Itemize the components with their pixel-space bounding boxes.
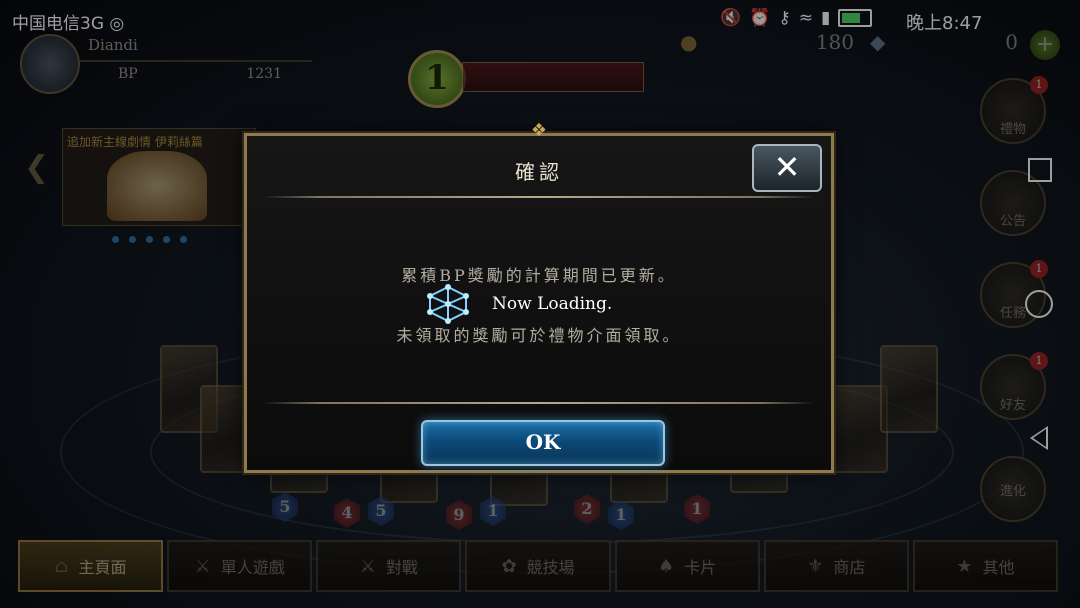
ok-button[interactable]: OK xyxy=(421,420,665,466)
dialog-message-line1: 累積BP獎勵的計算期間已更新。 xyxy=(401,266,677,285)
close-button[interactable]: ✕ xyxy=(752,144,822,192)
loading-icon xyxy=(427,284,469,324)
divider xyxy=(263,196,815,198)
dialog-message-line2: 未領取的獎勵可於禮物介面領取。 xyxy=(396,326,682,345)
dialog-title: 確認 xyxy=(515,160,563,184)
loading-text: Now Loading. xyxy=(492,294,613,314)
ornament-icon: ❖ xyxy=(530,120,548,141)
confirm-dialog: ❖ 確認 ✕ 累積BP獎勵的計算期間已更新。 Now Loading. 未領取的… xyxy=(244,120,834,473)
loading-indicator: Now Loading. xyxy=(422,284,612,324)
divider xyxy=(263,402,815,404)
